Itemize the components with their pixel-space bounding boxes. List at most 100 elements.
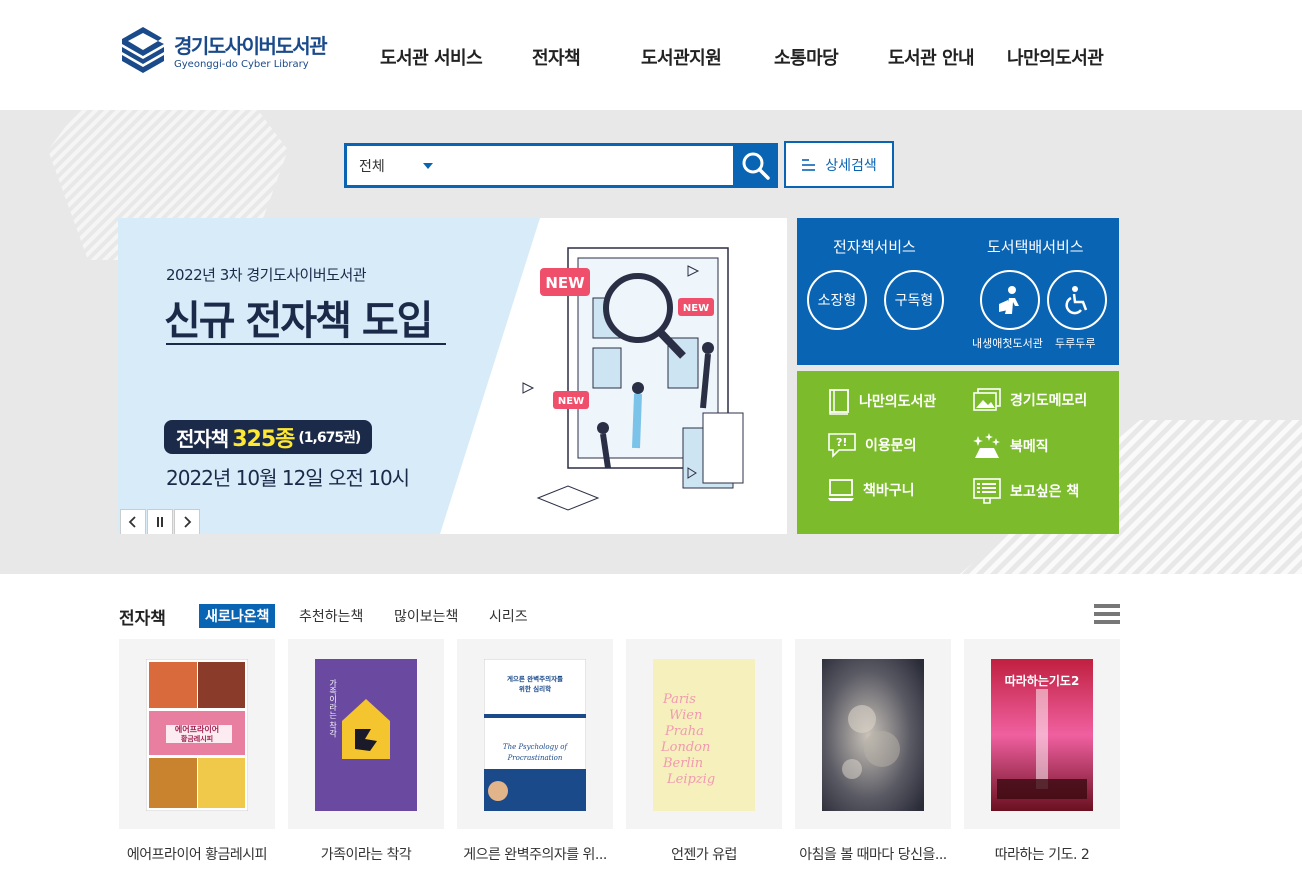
book-card[interactable]: Paris Wien Praha London Berlin Leipzig bbox=[626, 639, 782, 829]
quick-links-panel: 나만의도서관 경기도메모리 ?! 이용문의 북메직 책바구니 보고싶은 책 bbox=[797, 371, 1119, 534]
svg-text:황금레시피: 황금레시피 bbox=[181, 734, 213, 743]
banner-pill-volumes: (1,675권) bbox=[298, 430, 361, 446]
banner-pill-count: 325종 bbox=[232, 427, 295, 452]
book-title[interactable]: 게으른 완벽주의자를 위... bbox=[455, 844, 615, 864]
new-badge-3-text: NEW bbox=[558, 396, 584, 407]
site-header: 경기도사이버도서관 Gyeonggi-do Cyber Library 도서관 … bbox=[0, 0, 1302, 110]
new-badge-2: NEW bbox=[678, 298, 714, 316]
svg-text:Berlin: Berlin bbox=[662, 756, 703, 771]
book-card[interactable] bbox=[795, 639, 951, 829]
subscription-ebook-button[interactable]: 구독형 bbox=[884, 270, 944, 330]
new-badge-1-text: NEW bbox=[545, 274, 585, 292]
new-badge-3: NEW bbox=[553, 391, 589, 409]
book-title[interactable]: 언젠가 유럽 bbox=[624, 844, 784, 864]
nav-my-library[interactable]: 나만의도서관 bbox=[1007, 44, 1104, 70]
banner-prev-button[interactable] bbox=[120, 509, 146, 534]
search-input[interactable] bbox=[437, 146, 733, 185]
nav-library-info[interactable]: 도서관 안내 bbox=[888, 44, 975, 70]
hamburger-icon-bar bbox=[1094, 604, 1120, 608]
quick-link-wish-book[interactable]: 보고싶은 책 bbox=[972, 477, 1079, 505]
banner-pause-button[interactable] bbox=[147, 509, 173, 534]
nav-ebooks[interactable]: 전자책 bbox=[532, 44, 581, 70]
site-logo[interactable]: 경기도사이버도서관 Gyeonggi-do Cyber Library bbox=[118, 24, 358, 80]
tab-series[interactable]: 시리즈 bbox=[483, 604, 534, 628]
nav-library-support[interactable]: 도서관지원 bbox=[641, 44, 722, 70]
new-badge-2-text: NEW bbox=[683, 303, 709, 314]
book-title[interactable]: 따라하는 기도. 2 bbox=[962, 844, 1122, 864]
quick-link-label: 이용문의 bbox=[865, 438, 917, 454]
svg-text:Praha: Praha bbox=[664, 724, 704, 739]
quick-link-my-library[interactable]: 나만의도서관 bbox=[827, 387, 936, 415]
book-cover: 따라하는기도2 bbox=[991, 659, 1093, 811]
svg-text:따라하는기도2: 따라하는기도2 bbox=[1005, 673, 1080, 688]
book-card[interactable]: 가족이라는 착각 bbox=[288, 639, 444, 829]
book-card[interactable]: 따라하는기도2 bbox=[964, 639, 1120, 829]
book-title[interactable]: 에어프라이어 황금레시피 bbox=[117, 844, 277, 864]
svg-text:?!: ?! bbox=[836, 436, 847, 449]
hamburger-icon-bar bbox=[1094, 620, 1120, 624]
advanced-search-label: 상세검색 bbox=[825, 157, 877, 174]
nav-library-services[interactable]: 도서관 서비스 bbox=[380, 44, 483, 70]
first-library-button[interactable] bbox=[980, 270, 1040, 330]
sparkle-icon bbox=[973, 433, 1000, 458]
quick-link-inquiry[interactable]: ?! 이용문의 bbox=[827, 432, 917, 458]
more-menu-button[interactable] bbox=[1094, 604, 1120, 626]
chevron-right-icon bbox=[184, 516, 192, 528]
chevron-down-icon bbox=[423, 163, 433, 169]
search-button[interactable] bbox=[733, 143, 778, 188]
svg-text:Leipzig: Leipzig bbox=[666, 772, 715, 787]
ebook-section-title: 전자책 bbox=[119, 609, 166, 629]
durudoru-button[interactable] bbox=[1047, 270, 1107, 330]
svg-text:게으른 완벽주의자를: 게으른 완벽주의자를 bbox=[507, 674, 563, 683]
svg-text:에어프라이어: 에어프라이어 bbox=[175, 724, 219, 734]
quick-link-bookmagic[interactable]: 북메직 bbox=[972, 432, 1049, 460]
tab-new-books[interactable]: 새로나온책 bbox=[199, 604, 276, 628]
book-cover: Paris Wien Praha London Berlin Leipzig bbox=[653, 659, 755, 811]
chevron-left-icon bbox=[128, 516, 136, 528]
svg-text:가족이라는 착각: 가족이라는 착각 bbox=[328, 679, 337, 739]
nav-community[interactable]: 소통마당 bbox=[774, 44, 839, 70]
book-card[interactable]: 에어프라이어 황금레시피 bbox=[119, 639, 275, 829]
tab-recommended[interactable]: 추천하는책 bbox=[293, 604, 369, 628]
book-cover bbox=[822, 659, 924, 811]
book-title[interactable]: 아침을 볼 때마다 당신을... bbox=[793, 844, 953, 864]
svg-text:London: London bbox=[660, 740, 710, 755]
search-scope-select[interactable]: 전체 bbox=[347, 146, 437, 185]
quick-link-label: 북메직 bbox=[1010, 439, 1049, 455]
banner-date: 2022년 10월 12일 오전 10시 bbox=[166, 466, 410, 490]
durudoru-label: 두루두루 bbox=[1055, 337, 1096, 350]
book-title[interactable]: 가족이라는 착각 bbox=[286, 844, 446, 864]
advanced-search-button[interactable]: 상세검색 bbox=[784, 141, 894, 188]
ebook-service-heading: 전자책서비스 bbox=[833, 238, 916, 256]
first-library-label: 내생애첫도서관 bbox=[972, 337, 1043, 350]
pause-icon bbox=[157, 517, 163, 527]
svg-text:Wien: Wien bbox=[669, 708, 702, 723]
quick-link-gyeonggi-memory[interactable]: 경기도메모리 bbox=[972, 387, 1087, 413]
quick-link-book-basket[interactable]: 책바구니 bbox=[827, 477, 915, 503]
svg-text:Procrastination: Procrastination bbox=[507, 754, 563, 762]
quick-link-label: 보고싶은 책 bbox=[1010, 484, 1080, 500]
book-cover: 가족이라는 착각 bbox=[315, 659, 417, 811]
svg-text:Paris: Paris bbox=[662, 692, 696, 707]
new-badge-1: NEW bbox=[540, 268, 590, 296]
owned-ebook-button[interactable]: 소장형 bbox=[807, 270, 867, 330]
list-icon bbox=[973, 478, 1001, 504]
banner-next-button[interactable] bbox=[174, 509, 200, 534]
book-card[interactable]: 게으른 완벽주의자를 위한 심리학 The Psychology of Proc… bbox=[457, 639, 613, 829]
search-scope-value: 전체 bbox=[359, 158, 385, 175]
wheelchair-icon bbox=[1065, 286, 1088, 315]
tab-popular[interactable]: 많이보는책 bbox=[388, 604, 464, 628]
promo-banner[interactable]: 2022년 3차 경기도사이버도서관 신규 전자책 도입 전자책 325종 (1… bbox=[118, 218, 787, 534]
search-bar: 전체 bbox=[344, 143, 778, 188]
service-panel: 전자책서비스 도서택배서비스 소장형 구독형 내생애첫도서관 두루두루 bbox=[797, 218, 1119, 365]
book-icon bbox=[829, 389, 849, 415]
book-cover: 에어프라이어 황금레시피 bbox=[146, 659, 248, 811]
hamburger-icon-bar bbox=[1094, 612, 1120, 616]
monitor-icon bbox=[828, 479, 854, 501]
reading-person-icon bbox=[999, 286, 1019, 314]
svg-text:The Psychology of: The Psychology of bbox=[503, 743, 569, 751]
quick-link-label: 경기도메모리 bbox=[1010, 393, 1088, 409]
banner-controls bbox=[120, 509, 201, 534]
book-cover: 게으른 완벽주의자를 위한 심리학 The Psychology of Proc… bbox=[484, 659, 586, 811]
books-stack-icon bbox=[122, 27, 164, 73]
